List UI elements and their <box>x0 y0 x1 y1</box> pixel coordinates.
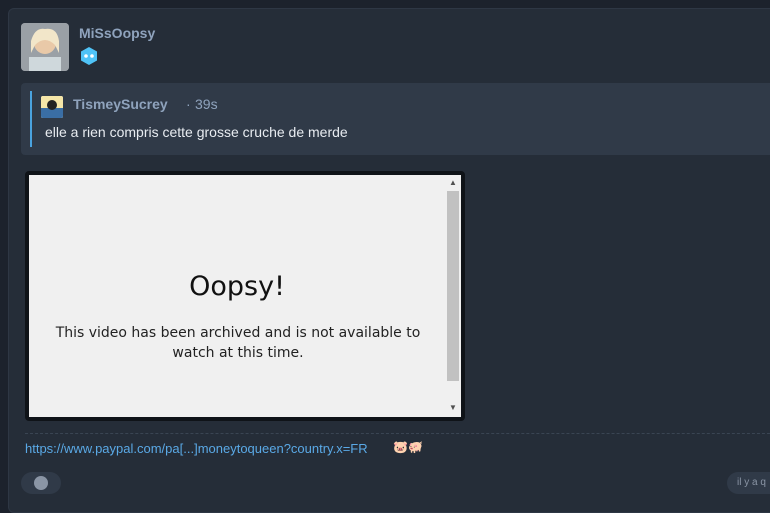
embed-message: This video has been archived and is not … <box>55 325 421 361</box>
scroll-thumb[interactable] <box>447 191 459 381</box>
video-embed[interactable]: Oopsy! This video has been archived and … <box>25 171 465 421</box>
embed-title: Oopsy! <box>189 271 285 302</box>
smiley-icon <box>34 476 48 490</box>
paypal-link[interactable]: https://www.paypal.com/pa[...]moneytoque… <box>25 441 368 456</box>
embed-scrollbar[interactable]: ▲ ▼ <box>445 175 461 417</box>
author-avatar[interactable] <box>21 23 69 71</box>
quote-author-name[interactable]: TismeySucrey <box>73 96 168 112</box>
divider <box>25 433 770 434</box>
link-emoji: 🐷🐖 <box>393 440 423 454</box>
quote-author-avatar[interactable] <box>41 96 63 118</box>
post-timestamp: il y a q <box>727 472 770 494</box>
quoted-message[interactable]: TismeySucrey · 39s elle a rien compris c… <box>21 83 770 155</box>
post-card: MiSsOopsy TismeySucrey · 39s elle a rien… <box>8 8 770 513</box>
quote-text: elle a rien compris cette grosse cruche … <box>45 124 348 140</box>
scroll-down-icon[interactable]: ▼ <box>448 403 458 413</box>
quote-bar <box>30 91 32 147</box>
quote-time: 39s <box>195 96 218 112</box>
scroll-up-icon[interactable]: ▲ <box>448 178 458 188</box>
embed-frame: Oopsy! This video has been archived and … <box>29 175 461 417</box>
diamond-badge-icon <box>79 46 99 66</box>
add-reaction-button[interactable] <box>21 472 61 494</box>
author-name[interactable]: MiSsOopsy <box>79 25 155 41</box>
quote-separator: · <box>186 96 191 112</box>
